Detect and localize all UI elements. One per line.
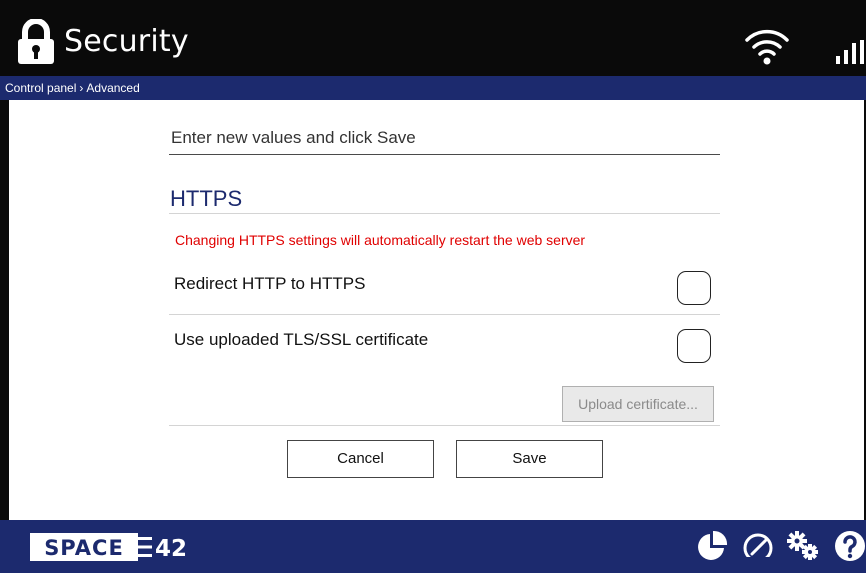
redirect-http-checkbox[interactable] xyxy=(677,271,711,305)
uploaded-certificate-checkbox[interactable] xyxy=(677,329,711,363)
breadcrumb: Control panel › Advanced xyxy=(0,76,866,100)
breadcrumb-separator: › xyxy=(79,81,84,95)
divider xyxy=(169,314,720,315)
section-title-https: HTTPS xyxy=(170,186,243,211)
logo-text-space: SPACE xyxy=(44,536,124,560)
uploaded-certificate-label: Use uploaded TLS/SSL certificate xyxy=(174,330,429,349)
space42-logo: SPACE 42 xyxy=(30,533,187,562)
breadcrumb-current: Advanced xyxy=(86,81,140,95)
logo-text-42: 42 xyxy=(155,536,187,562)
upload-certificate-button[interactable]: Upload certificate... xyxy=(562,386,714,422)
footer-bar: SPACE 42 xyxy=(0,520,866,573)
signal-strength-icon xyxy=(836,40,864,64)
pie-chart-icon[interactable] xyxy=(696,530,728,562)
speedometer-icon[interactable] xyxy=(740,530,776,562)
divider xyxy=(169,213,720,214)
lock-icon xyxy=(18,19,54,64)
page-title: Security xyxy=(64,24,189,59)
restart-warning: Changing HTTPS settings will automatical… xyxy=(175,232,586,248)
divider xyxy=(169,425,720,426)
left-frame-edge xyxy=(0,100,9,520)
redirect-http-label: Redirect HTTP to HTTPS xyxy=(174,274,366,293)
gears-icon[interactable] xyxy=(785,530,821,562)
save-button[interactable]: Save xyxy=(456,440,603,478)
top-bar: Security xyxy=(0,0,866,76)
wifi-icon xyxy=(745,29,789,65)
breadcrumb-root[interactable]: Control panel xyxy=(5,81,76,95)
help-icon[interactable] xyxy=(834,530,866,562)
cancel-button[interactable]: Cancel xyxy=(287,440,434,478)
form-instructions: Enter new values and click Save xyxy=(169,128,720,155)
